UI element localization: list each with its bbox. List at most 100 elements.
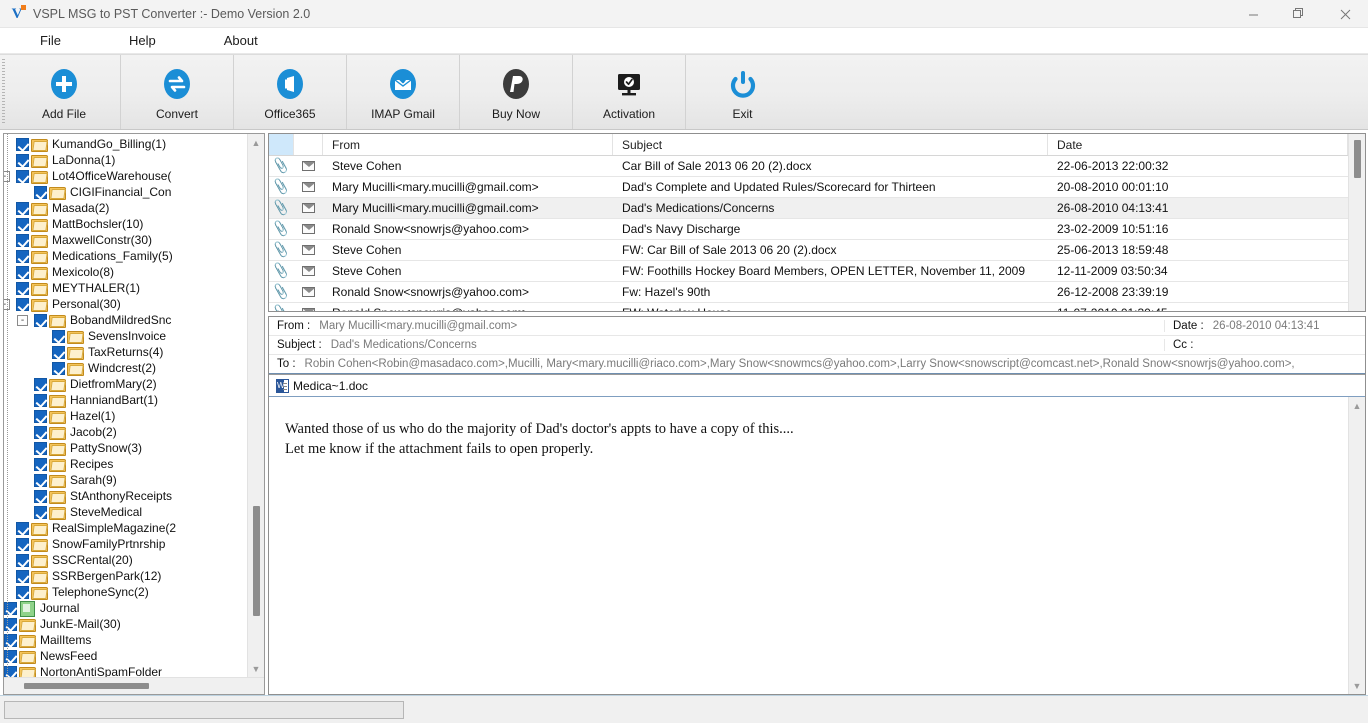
tree-node[interactable]: JunkE-Mail(30) [4,616,247,632]
tree-horizontal-scrollbar[interactable] [4,677,264,694]
tree-node-checkbox[interactable] [4,617,17,631]
message-row[interactable]: 📎 Steve Cohen FW: Foothills Hockey Board M… [269,261,1348,282]
tree-node-checkbox[interactable] [34,409,47,423]
toolbar-button-activation[interactable]: Activation [573,55,686,129]
column-header-envelope[interactable] [294,134,323,155]
column-header-date[interactable]: Date [1048,134,1348,155]
tree-node[interactable]: KumandGo_Billing(1) [4,136,247,152]
tree-node-checkbox[interactable] [34,473,47,487]
tree-node[interactable]: Hazel(1) [4,408,247,424]
tree-node-checkbox[interactable] [16,265,29,279]
column-header-from[interactable]: From [323,134,613,155]
tree-node-checkbox[interactable] [34,441,47,455]
tree-node-checkbox[interactable] [16,521,29,535]
close-button[interactable] [1322,0,1368,28]
tree-node[interactable]: SevensInvoice [4,328,247,344]
folder-tree-view[interactable]: KumandGo_Billing(1)LaDonna(1)-Lot4Office… [4,134,247,677]
tree-node[interactable]: LaDonna(1) [4,152,247,168]
message-row[interactable]: 📎 Mary Mucilli<mary.mucilli@gmail.com> Dad… [269,198,1348,219]
tree-node-checkbox[interactable] [4,601,17,615]
tree-node-checkbox[interactable] [16,297,29,311]
tree-node-checkbox[interactable] [16,537,29,551]
tree-node[interactable]: MaxwellConstr(30) [4,232,247,248]
tree-node-checkbox[interactable] [34,505,47,519]
tree-hscroll-thumb[interactable] [24,683,149,689]
tree-node[interactable]: TaxReturns(4) [4,344,247,360]
tree-node[interactable]: -Lot4OfficeWarehouse( [4,168,247,184]
body-scroll-up-arrow[interactable]: ▲ [1349,397,1365,414]
tree-node[interactable]: NortonAntiSpamFolder [4,664,247,677]
message-grid[interactable]: From Subject Date 📎 Steve Cohen Car Bill o… [269,134,1348,311]
tree-node[interactable]: -Personal(30) [4,296,247,312]
tree-node[interactable]: Mexicolo(8) [4,264,247,280]
tree-node-checkbox[interactable] [16,585,29,599]
tree-node[interactable]: Recipes [4,456,247,472]
tree-node-checkbox[interactable] [4,665,17,677]
tree-node[interactable]: SSRBergenPark(12) [4,568,247,584]
body-scroll-track[interactable] [1349,414,1365,677]
tree-node-checkbox[interactable] [4,649,17,663]
message-list-vertical-scrollbar[interactable] [1348,134,1365,311]
message-scroll-track[interactable] [1349,134,1365,311]
maximize-restore-button[interactable] [1276,0,1322,28]
tree-node[interactable]: CIGIFinancial_Con [4,184,247,200]
tree-expander-collapse-icon[interactable]: - [17,314,28,326]
toolbar-button-office365[interactable]: Office365 [234,55,347,129]
minimize-button[interactable] [1230,0,1276,28]
body-scroll-down-arrow[interactable]: ▼ [1349,677,1365,694]
tree-node-checkbox[interactable] [16,569,29,583]
tree-node[interactable]: SnowFamilyPrtnrship [4,536,247,552]
message-row[interactable]: 📎 Mary Mucilli<mary.mucilli@gmail.com> Dad… [269,177,1348,198]
tree-node[interactable]: Windcrest(2) [4,360,247,376]
tree-node[interactable]: RealSimpleMagazine(2 [4,520,247,536]
tree-node-checkbox[interactable] [16,233,29,247]
tree-node[interactable]: Sarah(9) [4,472,247,488]
message-row[interactable]: 📎 Steve Cohen Car Bill of Sale 2013 06 20 … [269,156,1348,177]
toolbar-button-add-file[interactable]: Add File [8,55,121,129]
tree-node-checkbox[interactable] [16,169,29,183]
attachment-item[interactable]: Medica~1.doc [269,375,1365,397]
tree-node-checkbox[interactable] [34,489,47,503]
menu-item-about[interactable]: About [214,31,268,50]
message-row[interactable]: 📎 Steve Cohen FW: Car Bill of Sale 2013 06… [269,240,1348,261]
column-header-subject[interactable]: Subject [613,134,1048,155]
message-body-vertical-scrollbar[interactable]: ▲ ▼ [1348,397,1365,694]
tree-node-checkbox[interactable] [34,377,47,391]
tree-node-checkbox[interactable] [16,137,29,151]
tree-node-checkbox[interactable] [34,313,47,327]
tree-node[interactable]: Journal [4,600,247,617]
message-row[interactable]: 📎 Ronald Snow<snowrjs@yahoo.com>FW: Water… [269,303,1348,311]
toolbar-button-imap-gmail[interactable]: IMAP Gmail [347,55,460,129]
toolbar-button-convert[interactable]: Convert [121,55,234,129]
tree-node[interactable]: MEYTHALER(1) [4,280,247,296]
tree-node[interactable]: Medications_Family(5) [4,248,247,264]
menu-item-file[interactable]: File [30,31,71,50]
tree-node-checkbox[interactable] [16,249,29,263]
tree-node-checkbox[interactable] [34,457,47,471]
tree-node-checkbox[interactable] [52,361,65,375]
toolbar-button-exit[interactable]: Exit [686,55,799,129]
tree-node-checkbox[interactable] [16,281,29,295]
tree-scroll-thumb[interactable] [253,506,260,616]
tree-node-checkbox[interactable] [34,393,47,407]
tree-node-checkbox[interactable] [16,553,29,567]
tree-node[interactable]: MattBochsler(10) [4,216,247,232]
tree-scroll-track[interactable] [248,151,264,660]
tree-node-checkbox[interactable] [16,153,29,167]
tree-node[interactable]: - BobandMildredSnc [4,312,247,328]
tree-node[interactable]: Jacob(2) [4,424,247,440]
tree-node-checkbox[interactable] [4,633,17,647]
tree-node[interactable]: SSCRental(20) [4,552,247,568]
column-header-attachment[interactable] [269,134,294,155]
tree-node[interactable]: Masada(2) [4,200,247,216]
tree-node[interactable]: TelephoneSync(2) [4,584,247,600]
tree-node[interactable]: MailItems [4,632,247,648]
toolbar-button-buy-now[interactable]: Buy Now [460,55,573,129]
tree-node-checkbox[interactable] [52,329,65,343]
tree-node-checkbox[interactable] [16,201,29,215]
tree-node[interactable]: StAnthonyReceipts [4,488,247,504]
message-scroll-thumb[interactable] [1354,140,1361,178]
message-row[interactable]: 📎 Ronald Snow<snowrjs@yahoo.com> Fw: Hazel… [269,282,1348,303]
menu-item-help[interactable]: Help [119,31,166,50]
tree-scroll-down-arrow[interactable]: ▼ [248,660,264,677]
